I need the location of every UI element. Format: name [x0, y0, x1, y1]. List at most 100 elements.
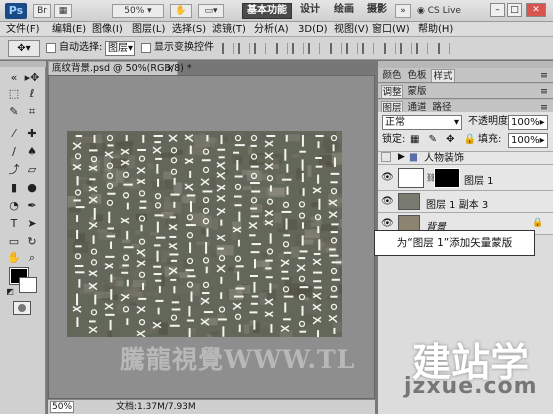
panel-menu-icon[interactable]: ≡: [538, 69, 550, 82]
menu-image[interactable]: 图像(I): [92, 23, 123, 36]
vector-mask-thumbnail[interactable]: [434, 168, 460, 188]
distribute-top-icon[interactable]: [330, 43, 342, 54]
panel-menu-icon[interactable]: ≡: [538, 85, 550, 98]
align-vertical-center-icon[interactable]: [238, 43, 250, 54]
zoom-level-dropdown[interactable]: 50% ▾: [112, 4, 164, 18]
close-button[interactable]: ✕: [526, 3, 546, 17]
eraser-tool-icon[interactable]: ▱: [24, 163, 40, 177]
3d-rotate-tool-icon[interactable]: ↻: [24, 235, 40, 249]
lock-icons[interactable]: ▦ ✎ ✥ 🔒: [410, 133, 479, 147]
menu-help[interactable]: 帮助(H): [418, 23, 453, 36]
workspace-photography[interactable]: 摄影: [364, 3, 390, 19]
tab-adjustments[interactable]: 调整: [381, 85, 403, 98]
opacity-field[interactable]: 100%▸: [508, 115, 548, 130]
spot-healing-tool-icon[interactable]: ✚: [24, 127, 40, 141]
workspace-design[interactable]: 设计: [297, 3, 323, 19]
distribute-center-icon[interactable]: [346, 43, 358, 54]
bridge-button[interactable]: Br: [33, 4, 51, 18]
auto-align-layers-icon[interactable]: [438, 43, 450, 54]
auto-select-checkbox[interactable]: [46, 43, 56, 53]
tools-panel-grip[interactable]: [0, 61, 46, 67]
arrange-documents-button[interactable]: ▭▾: [198, 4, 224, 18]
blur-tool-icon[interactable]: ●: [24, 181, 40, 195]
auto-select-target-select[interactable]: 图层▾: [105, 41, 135, 56]
distribute-bottom-icon[interactable]: [362, 43, 374, 54]
cs-live-button[interactable]: ◉ CS Live: [417, 4, 469, 18]
brush-tool-icon[interactable]: ∕: [6, 145, 22, 159]
move-tool-preset-picker[interactable]: ✥▾: [8, 40, 40, 57]
workspace-essentials[interactable]: 基本功能: [242, 3, 292, 19]
glyph-mark: [105, 255, 115, 258]
align-horizontal-center-icon[interactable]: [292, 43, 304, 54]
type-tool-icon[interactable]: T: [6, 217, 22, 231]
gradient-tool-icon[interactable]: ▮: [6, 181, 22, 195]
view-extras-button[interactable]: ▦: [54, 4, 72, 18]
layer-row-layer1-copy3[interactable]: 👁 图层 1 副本 3: [378, 191, 553, 213]
lasso-tool-icon[interactable]: ℓ: [24, 87, 40, 101]
glyph-mark: [123, 183, 133, 186]
layer-row-group[interactable]: ▶ ▆ 人物装饰: [378, 152, 553, 165]
maximize-button[interactable]: □: [507, 3, 522, 17]
glyph-mark: [238, 211, 241, 222]
tab-swatches[interactable]: 色板: [406, 69, 428, 82]
canvas-image[interactable]: [67, 131, 342, 337]
stone-texture-hieroglyph-pattern: [67, 131, 342, 337]
blend-mode-select[interactable]: 正常 ▾: [382, 115, 462, 130]
hand-tool-button[interactable]: ✋: [170, 4, 192, 18]
align-top-icon[interactable]: [222, 43, 234, 54]
tab-styles[interactable]: 样式: [431, 69, 455, 82]
menu-layer[interactable]: 图层(L): [132, 23, 165, 36]
menu-analysis[interactable]: 分析(A): [254, 23, 289, 36]
tab-color[interactable]: 颜色: [381, 69, 403, 82]
lock-icon: 🔒: [532, 218, 544, 228]
hand-tool-icon[interactable]: ✋: [6, 251, 22, 265]
align-bottom-icon[interactable]: [254, 43, 266, 54]
layer-thumbnail[interactable]: [398, 168, 424, 188]
close-document-icon[interactable]: ×: [166, 62, 174, 75]
expand-arrow-icon[interactable]: ▶: [398, 152, 405, 162]
dodge-tool-icon[interactable]: ◔: [6, 199, 22, 213]
visibility-toggle-off[interactable]: [381, 152, 391, 162]
eyedropper-tool-icon[interactable]: ⁄: [6, 127, 22, 141]
distribute-left-icon[interactable]: [384, 43, 396, 54]
path-selection-tool-icon[interactable]: ➤: [24, 217, 40, 231]
crop-tool-icon[interactable]: ⌗: [24, 105, 40, 119]
move-tool-icon[interactable]: ▸✥: [24, 71, 40, 85]
menu-3d[interactable]: 3D(D): [298, 23, 328, 36]
default-colors-icon[interactable]: ◩: [2, 285, 18, 299]
document-tab[interactable]: 底纹背景.psd @ 50%(RGB/8) * ×: [48, 61, 192, 75]
zoom-field[interactable]: 50%: [50, 401, 74, 413]
workspace-painting[interactable]: 绘画: [331, 3, 357, 19]
eye-icon[interactable]: 👁: [381, 196, 394, 208]
layer-thumbnail[interactable]: [398, 193, 420, 210]
shape-tool-icon[interactable]: ▭: [6, 235, 22, 249]
eye-icon[interactable]: 👁: [381, 218, 394, 230]
distribute-right-icon[interactable]: [416, 43, 428, 54]
eye-icon[interactable]: 👁: [381, 172, 394, 184]
background-color-swatch[interactable]: [19, 277, 37, 293]
layer-row-layer1[interactable]: 👁 ⛓ 图层 1: [378, 165, 553, 191]
zoom-tool-icon[interactable]: ⌕: [24, 251, 40, 265]
show-transform-controls-checkbox[interactable]: [141, 43, 151, 53]
menu-file[interactable]: 文件(F): [6, 23, 40, 36]
menu-view[interactable]: 视图(V): [334, 23, 369, 36]
distribute-hcenter-icon[interactable]: [400, 43, 412, 54]
align-right-icon[interactable]: [308, 43, 320, 54]
pen-tool-icon[interactable]: ✒: [24, 199, 40, 213]
workspace-more-button[interactable]: »: [395, 4, 411, 18]
menu-window[interactable]: 窗口(W): [372, 23, 410, 36]
tools-collapse-icon[interactable]: «: [6, 71, 22, 85]
fill-field[interactable]: 100%▸: [508, 133, 548, 148]
glyph-mark: [216, 161, 226, 170]
quick-mask-icon[interactable]: [13, 301, 31, 315]
align-left-icon[interactable]: [276, 43, 288, 54]
marquee-tool-icon[interactable]: ⬚: [6, 87, 22, 101]
history-brush-tool-icon[interactable]: ⤴: [6, 163, 22, 177]
menu-edit[interactable]: 编辑(E): [52, 23, 86, 36]
quick-selection-tool-icon[interactable]: ✎: [6, 105, 22, 119]
menu-filter[interactable]: 滤镜(T): [212, 23, 246, 36]
clone-stamp-tool-icon[interactable]: ♠: [24, 145, 40, 159]
tab-masks[interactable]: 蒙版: [406, 85, 428, 98]
menu-select[interactable]: 选择(S): [172, 23, 206, 36]
minimize-button[interactable]: –: [490, 3, 505, 17]
